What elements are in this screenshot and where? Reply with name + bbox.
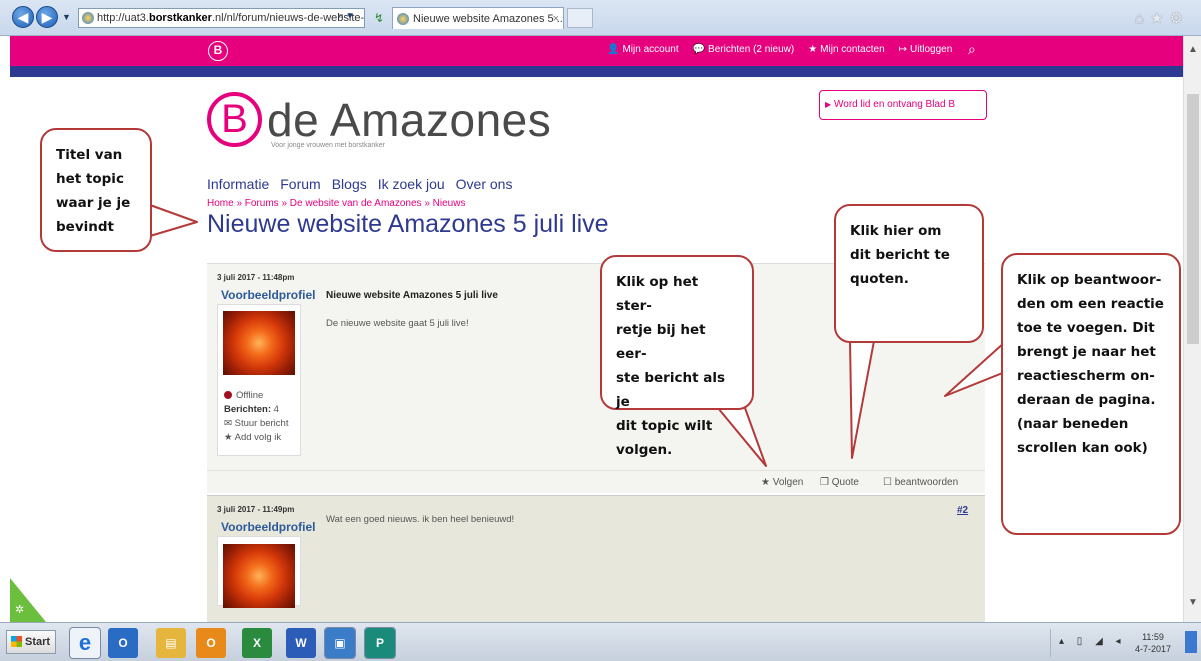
taskbar-screenshot-icon[interactable]: ▣ xyxy=(324,627,356,659)
tab-favicon-icon xyxy=(397,13,409,25)
nav-blogs[interactable]: Blogs xyxy=(332,176,367,192)
profile-card xyxy=(217,536,301,608)
back-button[interactable]: ◀ xyxy=(12,6,34,28)
browser-tab[interactable]: Nieuwe website Amazones 5 ... × xyxy=(392,7,564,29)
profile-card: Offline Berichten: 4 ✉ Stuur bericht ★ A… xyxy=(217,304,301,456)
star-icon: ★ xyxy=(761,477,773,488)
reply-icon: ☐ xyxy=(883,477,895,488)
profile-meta: Offline Berichten: 4 ✉ Stuur bericht ★ A… xyxy=(224,389,288,445)
topic-title: Nieuwe website Amazones 5 juli live xyxy=(207,210,609,238)
forward-button[interactable]: ▶ xyxy=(36,6,58,28)
tray-icons[interactable]: ▴ ▯ ◢ ◂ xyxy=(1059,636,1126,647)
star-icon: ★ xyxy=(224,432,235,443)
post-author[interactable]: Voorbeeldprofiel xyxy=(221,288,315,302)
history-dropdown-icon[interactable]: ▼ xyxy=(62,12,71,22)
forum-post: 3 juli 2017 - 11:49pm #2 Voorbeeldprofie… xyxy=(207,495,985,625)
follow-button[interactable]: ★ Volgen xyxy=(761,477,803,488)
taskbar-ie-icon[interactable]: e xyxy=(69,627,101,659)
callout-reply-explanation: Klik op beantwoor- den om een reactie to… xyxy=(1001,253,1181,535)
post-author[interactable]: Voorbeeldprofiel xyxy=(221,520,315,534)
logo-name: de Amazones xyxy=(267,94,552,146)
taskbar-clock[interactable]: 11:59 4-7-2017 xyxy=(1135,631,1171,655)
system-tray: ▴ ▯ ◢ ◂ 11:59 4-7-2017 xyxy=(1050,629,1183,657)
taskbar-outlook-mail-icon[interactable]: O xyxy=(196,628,226,658)
avatar[interactable] xyxy=(223,311,295,375)
quote-icon: ❐ xyxy=(820,477,832,488)
status-line: Offline xyxy=(224,389,288,403)
callout-tail-title xyxy=(149,204,198,237)
browser-toolbar: ◀ ▶ ▼ http://uat3.borstkanker.nl/nl/foru… xyxy=(0,0,1201,36)
post-body: De nieuwe website gaat 5 juli live! xyxy=(326,318,469,329)
menu-my-account[interactable]: 👤 Mijn account xyxy=(607,44,679,55)
site-top-bar: B 👤 Mijn account 💬 Berichten (2 nieuw) ★ Mi… xyxy=(10,36,1183,66)
join-button[interactable]: ▶ Word lid en ontvang Blad B xyxy=(819,90,987,120)
site-blue-band xyxy=(10,66,1183,77)
nav-informatie[interactable]: Informatie xyxy=(207,176,269,192)
url-prefix: http://uat3. xyxy=(97,12,149,24)
callout-follow-explanation: Klik op het ster- retje bij het eer- ste… xyxy=(600,255,754,458)
taskbar-publisher-icon[interactable]: P xyxy=(364,627,396,659)
post-actions: ★ Volgen ❐ Quote ☐ beantwoorden xyxy=(207,470,985,494)
taskbar-outlook-icon[interactable]: O xyxy=(108,628,138,658)
taskbar-excel-icon[interactable]: X xyxy=(242,628,272,658)
join-button-label: Word lid en ontvang Blad B xyxy=(834,99,956,110)
gear-icon[interactable]: ✲ xyxy=(15,603,24,616)
logo-tagline: Voor jonge vrouwen met borstkanker xyxy=(271,142,386,149)
chat-icon: 💬 xyxy=(692,44,706,55)
post-subject: Nieuwe website Amazones 5 juli live xyxy=(326,290,498,301)
site-favicon-icon xyxy=(82,12,94,24)
callout-quote-explanation: Klik hier om dit bericht te quoten. xyxy=(834,204,984,343)
reply-button[interactable]: ☐ beantwoorden xyxy=(883,477,958,488)
url-host: borstkanker xyxy=(148,12,212,24)
scroll-up-icon[interactable]: ▲ xyxy=(1188,44,1198,55)
envelope-icon: ✉ xyxy=(224,418,235,429)
send-message-link[interactable]: ✉ Stuur bericht xyxy=(224,417,288,431)
windows-taskbar: Start e O ▤ O X W ▣ P ▴ ▯ ◢ ◂ 11:59 4-7-… xyxy=(0,622,1201,661)
quote-button[interactable]: ❐ Quote xyxy=(820,477,859,488)
home-favorites-settings-icons[interactable]: ⌂★⚙ xyxy=(1135,9,1189,27)
post-number-link[interactable]: #2 xyxy=(957,505,968,516)
main-nav: Informatie Forum Blogs Ik zoek jou Over … xyxy=(207,176,512,192)
site-search-icon[interactable]: ⌕ xyxy=(968,41,976,58)
taskbar-word-icon[interactable]: W xyxy=(286,628,316,658)
taskbar-explorer-icon[interactable]: ▤ xyxy=(156,628,186,658)
status-dot-icon xyxy=(224,391,232,399)
tab-title: Nieuwe website Amazones 5 ... xyxy=(413,13,564,25)
logo-letter: B xyxy=(207,92,262,147)
refresh-icon[interactable]: ↯ xyxy=(370,9,388,27)
add-follow-link[interactable]: ★ Add volg ik xyxy=(224,431,288,445)
address-search-icon[interactable]: ⌕ ▾ xyxy=(338,9,353,23)
menu-messages[interactable]: 💬 Berichten (2 nieuw) xyxy=(693,44,795,55)
page-scrollbar[interactable]: ▲ ▼ xyxy=(1183,36,1201,622)
caret-right-icon: ▶ xyxy=(825,100,832,109)
nav-forum[interactable]: Forum xyxy=(280,176,320,192)
start-button[interactable]: Start xyxy=(6,630,56,654)
nav-over-ons[interactable]: Over ons xyxy=(456,176,513,192)
messages-count-line: Berichten: 4 xyxy=(224,404,279,415)
breadcrumb[interactable]: Home » Forums » De website van de Amazon… xyxy=(207,198,465,209)
site-mark-icon[interactable]: B xyxy=(208,41,228,61)
user-icon: 👤 xyxy=(607,44,620,55)
star-icon: ★ xyxy=(808,44,818,55)
address-bar[interactable]: http://uat3.borstkanker.nl/nl/forum/nieu… xyxy=(78,8,365,28)
new-tab-button[interactable] xyxy=(567,8,593,28)
post-date: 3 juli 2017 - 11:49pm xyxy=(217,505,295,514)
nav-ik-zoek-jou[interactable]: Ik zoek jou xyxy=(378,176,445,192)
account-menu: 👤 Mijn account 💬 Berichten (2 nieuw) ★ Mijn… xyxy=(607,44,952,55)
avatar[interactable] xyxy=(223,544,295,608)
menu-logout[interactable]: ↦ Uitloggen xyxy=(899,44,953,55)
post-body: Wat een goed nieuws. ik ben heel benieuw… xyxy=(326,514,515,525)
scroll-down-icon[interactable]: ▼ xyxy=(1188,597,1198,608)
post-date: 3 juli 2017 - 11:48pm xyxy=(217,273,295,282)
logout-icon: ↦ xyxy=(898,44,908,55)
scroll-thumb[interactable] xyxy=(1187,94,1199,344)
tab-close-icon[interactable]: × xyxy=(553,8,559,29)
windows-logo-icon xyxy=(11,636,22,647)
callout-title-explanation: Titel van het topic waar je je bevindt xyxy=(40,128,152,252)
menu-my-contacts[interactable]: ★ Mijn contacten xyxy=(808,44,884,55)
show-desktop-button[interactable] xyxy=(1185,631,1197,653)
